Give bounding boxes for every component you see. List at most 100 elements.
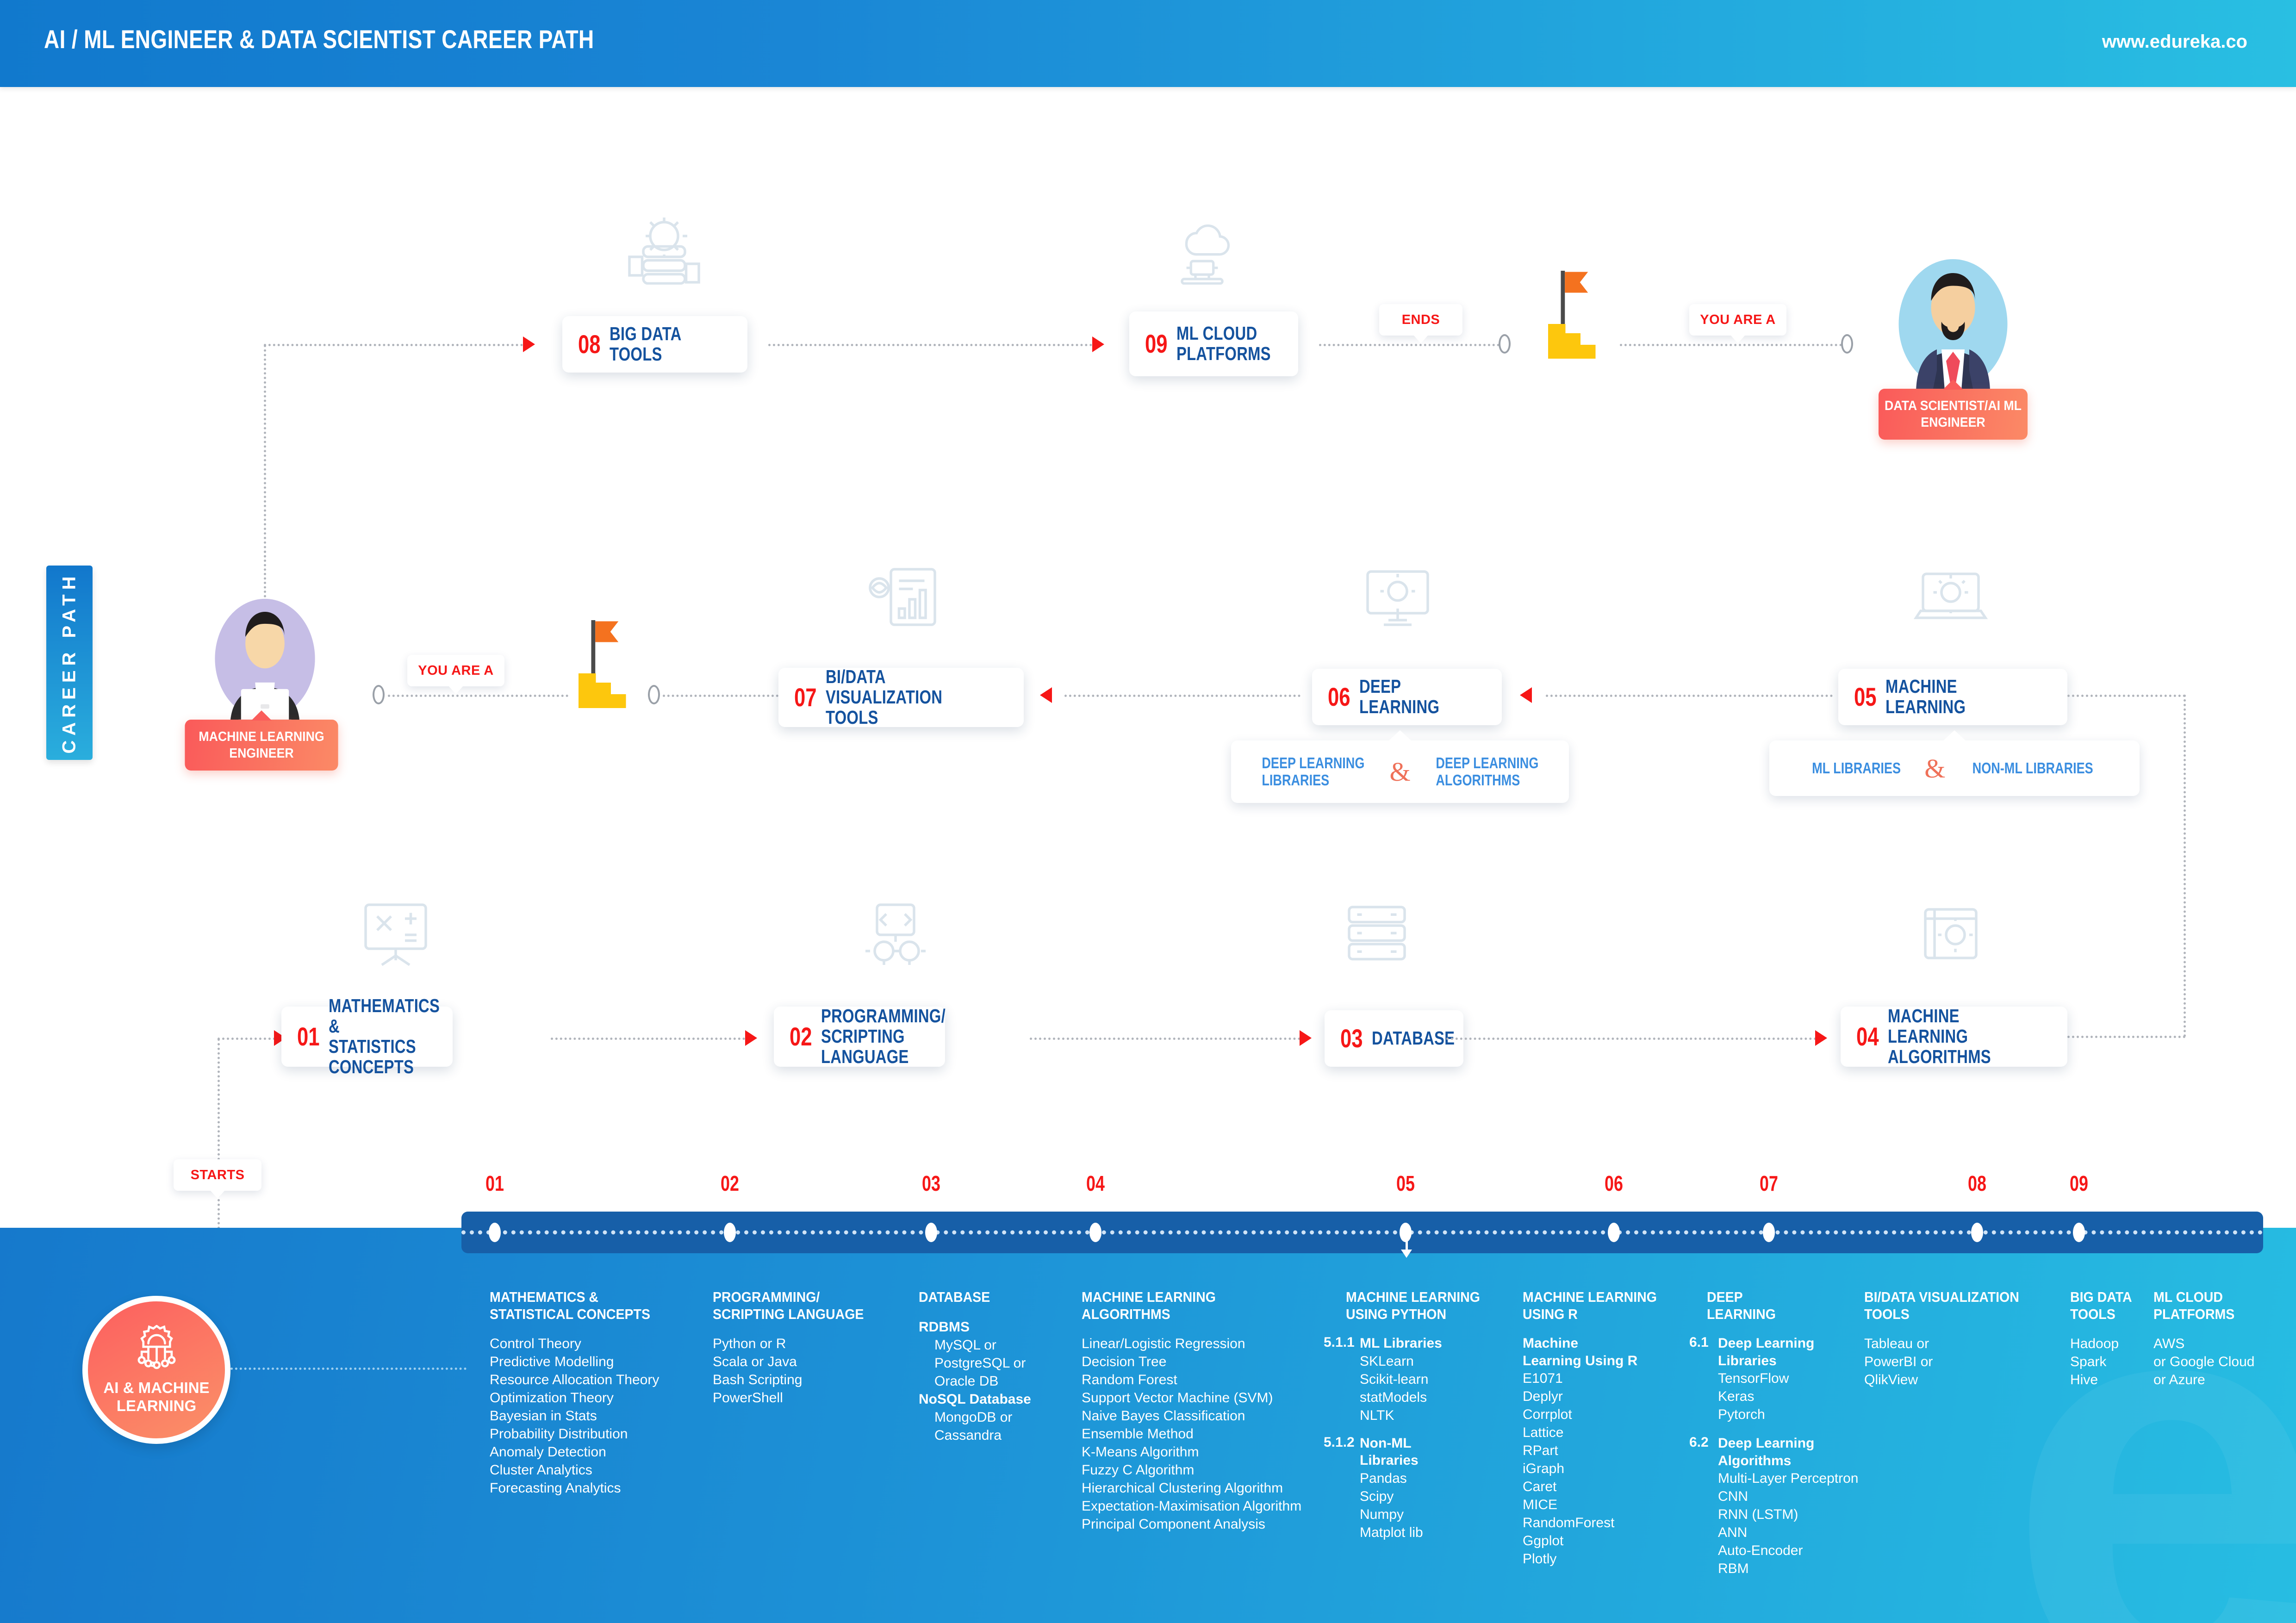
list-item: Principal Component Analysis [1082, 1517, 1265, 1532]
step-card-05[interactable]: 05 MACHINE LEARNING [1838, 669, 2067, 725]
subcard-deep-learning-amp: & [1389, 757, 1411, 787]
bubble-you-are-a-left-label: YOU ARE A [418, 663, 494, 678]
list-group-number: 5.1.2 [1324, 1434, 1355, 1450]
step-number-09: 09 [1145, 329, 1168, 358]
timeline-dot-06[interactable] [1608, 1223, 1620, 1242]
list-item: MongoDB or [934, 1409, 1013, 1425]
list-item: Keras [1718, 1389, 1755, 1405]
list-item: Numpy [1360, 1506, 1404, 1522]
list-item: RPart [1523, 1443, 1558, 1459]
list-item: Python or R [713, 1336, 786, 1352]
connector-ml-eng-to-flag [388, 695, 568, 697]
database-stack-icon [1348, 906, 1406, 961]
list-item: Plotly [1523, 1551, 1557, 1567]
step-number-03: 03 [1340, 1024, 1363, 1053]
step-card-06[interactable]: 06 DEEP LEARNING [1312, 669, 1502, 725]
connector-03-to-04 [1446, 1038, 1817, 1040]
list-item: Scikit-learn [1360, 1371, 1429, 1387]
detail-title-ml-python: MACHINE LEARNING USING PYTHON [1346, 1289, 1480, 1322]
detail-title-ml-r: MACHINE LEARNING USING R [1523, 1289, 1657, 1322]
timeline-number-07: 07 [1760, 1171, 1778, 1195]
step-number-08: 08 [578, 330, 601, 359]
finish-flag-stairs-icon [1548, 271, 1596, 359]
list-item: Hierarchical Clustering Algorithm [1082, 1480, 1283, 1496]
detail-column-bi-tools: BI/DATA VISUALIZATION TOOLS Tableau or P… [1864, 1289, 2063, 1389]
step-number-06: 06 [1328, 682, 1350, 711]
list-item: SKLearn [1360, 1353, 1414, 1369]
list-group-512: 5.1.2 Non-ML Libraries Pandas Scipy Nump… [1324, 1435, 1518, 1542]
list-item: Decision Tree [1082, 1354, 1167, 1370]
list-item: or Google Cloud [2153, 1354, 2255, 1370]
list-item: Pytorch [1718, 1407, 1765, 1423]
bubble-starts-label: STARTS [190, 1167, 245, 1182]
timeline-dot-04[interactable] [1089, 1223, 1101, 1242]
timeline-dot-09[interactable] [2073, 1223, 2085, 1242]
step-number-07: 07 [794, 683, 817, 712]
connector-09-to-flag [1319, 344, 1500, 346]
step-card-07[interactable]: 07 BI/DATA VISUALIZATION TOOLS [778, 666, 1024, 728]
subcard-deep-learning-right: DEEP LEARNING ALGORITHMS [1435, 754, 1538, 789]
list-group-head: Deep Learning Algorithms [1718, 1436, 1815, 1468]
subcard-machine-learning[interactable]: ML LIBRARIES & NON-ML LIBRARIES [1769, 730, 2140, 796]
role-badge-ml-engineer-label: MACHINE LEARNING ENGINEER [199, 729, 324, 761]
step-label-05: MACHINE LEARNING [1885, 676, 1966, 717]
connector-04-wrap-h2 [2067, 1036, 2185, 1038]
timeline-dot-03[interactable] [925, 1223, 937, 1242]
list-item: E1071 [1523, 1371, 1563, 1387]
step-number-04: 04 [1856, 1022, 1879, 1051]
code-chip-icon [865, 903, 926, 965]
subcard-deep-learning[interactable]: DEEP LEARNING LIBRARIES & DEEP LEARNING … [1231, 730, 1569, 803]
list-item: Cassandra [934, 1427, 1002, 1443]
detail-column-deep-learning: DEEP LEARNING 6.1 Deep Learning Librarie… [1689, 1289, 1874, 1579]
step-card-08[interactable]: 08 BIG DATA TOOLS [562, 316, 747, 373]
step-card-04[interactable]: 04 MACHINE LEARNING ALGORITHMS [1841, 1006, 2067, 1067]
list-item: Lattice [1523, 1425, 1564, 1441]
step-card-02[interactable]: 02 PROGRAMMING/ SCRIPTING LANGUAGE [774, 1006, 946, 1067]
timeline-dot-07[interactable] [1763, 1223, 1775, 1242]
step-label-08: BIG DATA TOOLS [610, 323, 681, 365]
timeline-dot-02[interactable] [724, 1223, 736, 1242]
connector-start-to-01 [218, 1038, 275, 1040]
subcard-machine-learning-right: NON-ML LIBRARIES [1972, 759, 2094, 777]
ai-chip-gear-icon [137, 1325, 175, 1369]
list-item: AWS [2153, 1336, 2185, 1352]
list-item: K-Means Algorithm [1082, 1444, 1199, 1460]
list-item: Deplyr [1523, 1389, 1563, 1405]
connector-node-you-are-a-left [373, 685, 385, 704]
ai-machine-learning-node[interactable]: AI & MACHINE LEARNING [82, 1296, 230, 1444]
step-card-03[interactable]: 03 DATABASE [1325, 1010, 1463, 1067]
list-item: Bayesian in Stats [490, 1408, 597, 1424]
list-item: Tableau or [1864, 1336, 1929, 1352]
list-group-number: 5.1.1 [1324, 1335, 1355, 1350]
connector-node-to-07 [648, 685, 660, 704]
list-item: Caret [1523, 1479, 1557, 1495]
connector-05-to-06 [1546, 695, 1833, 697]
laptop-gear-icon [1914, 572, 1988, 619]
timeline-dot-01[interactable] [489, 1223, 501, 1242]
step-card-01[interactable]: 01 MATHEMATICS & STATISTICS CONCEPTS [281, 995, 453, 1077]
list-item: TensorFlow [1718, 1371, 1789, 1387]
step-card-09[interactable]: 09 ML CLOUD PLATFORMS [1129, 311, 1298, 376]
connector-04-wrap-v [2184, 695, 2186, 1037]
list-item: Resource Allocation Theory [490, 1372, 660, 1388]
list-item: or Azure [2153, 1372, 2205, 1388]
detail-column-ml-cloud: ML CLOUD PLATFORMS AWS or Google Cloud o… [2153, 1289, 2292, 1389]
detail-column-ml-r: MACHINE LEARNING USING R Machine Learnin… [1523, 1289, 1694, 1568]
list-item: Scipy [1360, 1488, 1394, 1504]
timeline-number-03: 03 [922, 1171, 940, 1195]
list-item: iGraph [1523, 1461, 1565, 1477]
bubble-you-are-a-right: YOU ARE A [1689, 304, 1786, 336]
arrow-head-to-07 [1040, 687, 1052, 703]
step-number-02: 02 [790, 1022, 812, 1051]
timeline-dot-08[interactable] [1971, 1223, 1983, 1242]
subcard-deep-learning-tail [1388, 730, 1412, 741]
list-group-62: 6.2 Deep Learning Algorithms Multi-Layer… [1689, 1435, 1874, 1578]
list-item: Bash Scripting [713, 1372, 803, 1388]
list-item: PowerShell [713, 1390, 783, 1406]
list-group-number: 6.2 [1689, 1435, 1709, 1450]
list-item: PowerBI or [1864, 1354, 1933, 1370]
brand-url[interactable]: www.edureka.co [2102, 31, 2247, 52]
arrow-head-to-09 [1092, 336, 1104, 352]
list-item: Naive Bayes Classification [1082, 1408, 1245, 1424]
list-item: MySQL or [934, 1337, 996, 1353]
